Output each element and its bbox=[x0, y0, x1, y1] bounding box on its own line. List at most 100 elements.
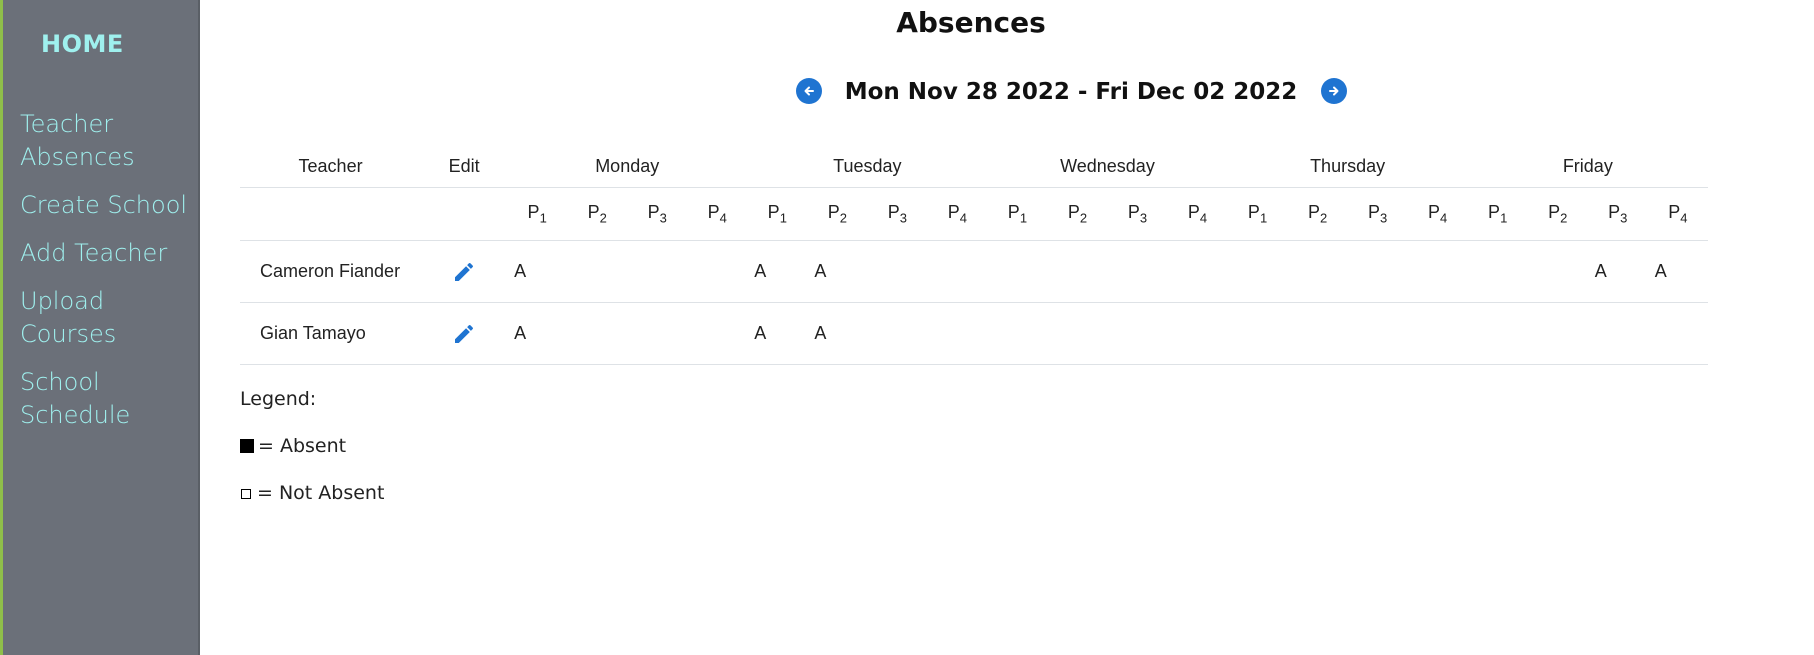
empty-header-cell bbox=[421, 187, 508, 241]
absence-cell bbox=[927, 240, 988, 303]
period-header: P3 bbox=[867, 187, 928, 241]
period-number: 4 bbox=[959, 210, 968, 226]
arrow-right-circle-icon bbox=[1329, 86, 1339, 96]
period-number: 2 bbox=[599, 210, 607, 226]
teacher-column-header: Teacher bbox=[298, 155, 363, 176]
period-header: P3 bbox=[627, 187, 688, 241]
sidebar-item-add-teacher[interactable]: Add Teacher bbox=[20, 237, 195, 270]
absence-cell bbox=[1647, 302, 1708, 365]
period-number: 4 bbox=[1440, 210, 1448, 226]
period-prefix: P bbox=[1668, 202, 1681, 223]
period-number: 4 bbox=[1680, 210, 1688, 226]
absence-cell bbox=[1407, 240, 1468, 303]
absence-cell bbox=[1167, 302, 1228, 365]
period-number: 4 bbox=[1199, 210, 1208, 226]
absence-cell: A bbox=[507, 302, 568, 365]
sidebar-item-teacher-absences[interactable]: Teacher Absences bbox=[20, 108, 195, 174]
period-header: P1 bbox=[987, 187, 1048, 241]
absence-cell bbox=[867, 240, 928, 303]
absence-cell: A bbox=[807, 240, 868, 303]
edit-cell bbox=[421, 302, 508, 365]
absence-cell bbox=[1287, 240, 1348, 303]
sidebar-item-create-school[interactable]: Create School bbox=[20, 189, 195, 222]
sidebar-item-school-schedule[interactable]: School Schedule bbox=[20, 366, 195, 432]
period-header: P2 bbox=[807, 187, 868, 241]
absence-cell: A bbox=[747, 302, 808, 365]
pencil-icon bbox=[455, 262, 474, 281]
period-prefix: P bbox=[647, 202, 660, 223]
period-header: P1 bbox=[507, 187, 568, 241]
period-number: 1 bbox=[1019, 210, 1028, 226]
period-prefix: P bbox=[707, 202, 720, 223]
absence-cell bbox=[1467, 302, 1528, 365]
period-header: P1 bbox=[1467, 187, 1528, 241]
edit-column-header: Edit bbox=[448, 155, 480, 176]
period-number: 2 bbox=[1079, 210, 1088, 226]
absence-cell bbox=[567, 240, 628, 303]
absence-cell bbox=[1227, 240, 1288, 303]
period-prefix: P bbox=[1247, 202, 1260, 223]
period-number: 2 bbox=[839, 210, 847, 226]
legend: Legend: = Absent = Not Absent bbox=[240, 386, 384, 527]
period-prefix: P bbox=[1428, 202, 1441, 223]
absences-table: Teacher Edit Monday Tuesday Wednesday Th… bbox=[240, 145, 1708, 365]
day-header-thursday: Thursday bbox=[1310, 155, 1386, 176]
period-number: 3 bbox=[899, 210, 907, 226]
period-header: P2 bbox=[1287, 187, 1348, 241]
edit-button[interactable] bbox=[452, 260, 476, 284]
period-prefix: P bbox=[1007, 202, 1020, 223]
period-number: 2 bbox=[1319, 210, 1328, 226]
previous-week-button[interactable] bbox=[796, 78, 822, 104]
period-prefix: P bbox=[1488, 202, 1501, 223]
period-prefix: P bbox=[887, 202, 900, 223]
period-header: P4 bbox=[1647, 187, 1708, 241]
period-prefix: P bbox=[1367, 202, 1380, 223]
next-week-button[interactable] bbox=[1321, 78, 1347, 104]
period-number: 3 bbox=[1139, 210, 1148, 226]
absence-cell bbox=[687, 302, 748, 365]
absence-cell bbox=[1047, 240, 1108, 303]
absence-cell: A bbox=[1647, 240, 1708, 303]
home-link[interactable]: HOME bbox=[41, 30, 124, 58]
absence-cell bbox=[1347, 302, 1408, 365]
absence-cell bbox=[927, 302, 988, 365]
period-prefix: P bbox=[947, 202, 960, 223]
legend-title: Legend: bbox=[240, 388, 317, 410]
absence-cell bbox=[1107, 240, 1168, 303]
table-row: Cameron Fiander AAAAA bbox=[240, 240, 1708, 303]
empty-header-cell bbox=[240, 187, 422, 241]
sidebar-item-upload-courses[interactable]: Upload Courses bbox=[20, 285, 195, 351]
absence-cell: A bbox=[507, 240, 568, 303]
period-number: 1 bbox=[1500, 210, 1508, 226]
legend-absent-item: = Absent bbox=[240, 433, 384, 480]
absence-cell: A bbox=[747, 240, 808, 303]
period-prefix: P bbox=[1608, 202, 1621, 223]
period-header: P1 bbox=[747, 187, 808, 241]
absence-cell bbox=[1527, 240, 1588, 303]
period-header: P2 bbox=[1527, 187, 1588, 241]
period-prefix: P bbox=[587, 202, 600, 223]
period-header: P2 bbox=[567, 187, 628, 241]
period-number: 1 bbox=[779, 210, 787, 226]
period-header: P3 bbox=[1347, 187, 1408, 241]
absence-cell bbox=[1227, 302, 1288, 365]
legend-absent-label: = Absent bbox=[258, 435, 347, 457]
period-number: 3 bbox=[659, 210, 667, 226]
period-prefix: P bbox=[1187, 202, 1200, 223]
edit-button[interactable] bbox=[452, 322, 476, 346]
absence-cell bbox=[987, 302, 1048, 365]
page-title: Absences bbox=[896, 6, 1046, 39]
legend-not-absent-label: = Not Absent bbox=[257, 482, 385, 504]
absence-cell bbox=[867, 302, 928, 365]
period-header: P4 bbox=[927, 187, 988, 241]
week-navigator: Mon Nov 28 2022 - Fri Dec 02 2022 bbox=[796, 78, 1356, 108]
period-header-row: P1 P2 P3 P4 P1 P2 P3 P4 P1 P2 P3 P4 P1 P2 P3 P4 P1 P2 P3 P4 bbox=[240, 187, 1708, 241]
absence-cell bbox=[1407, 302, 1468, 365]
edit-cell bbox=[421, 240, 508, 303]
absence-cell bbox=[1287, 302, 1348, 365]
period-header: P4 bbox=[1407, 187, 1468, 241]
period-header: P3 bbox=[1587, 187, 1648, 241]
absence-cell bbox=[1107, 302, 1168, 365]
absence-cell bbox=[1347, 240, 1408, 303]
period-header: P4 bbox=[687, 187, 748, 241]
